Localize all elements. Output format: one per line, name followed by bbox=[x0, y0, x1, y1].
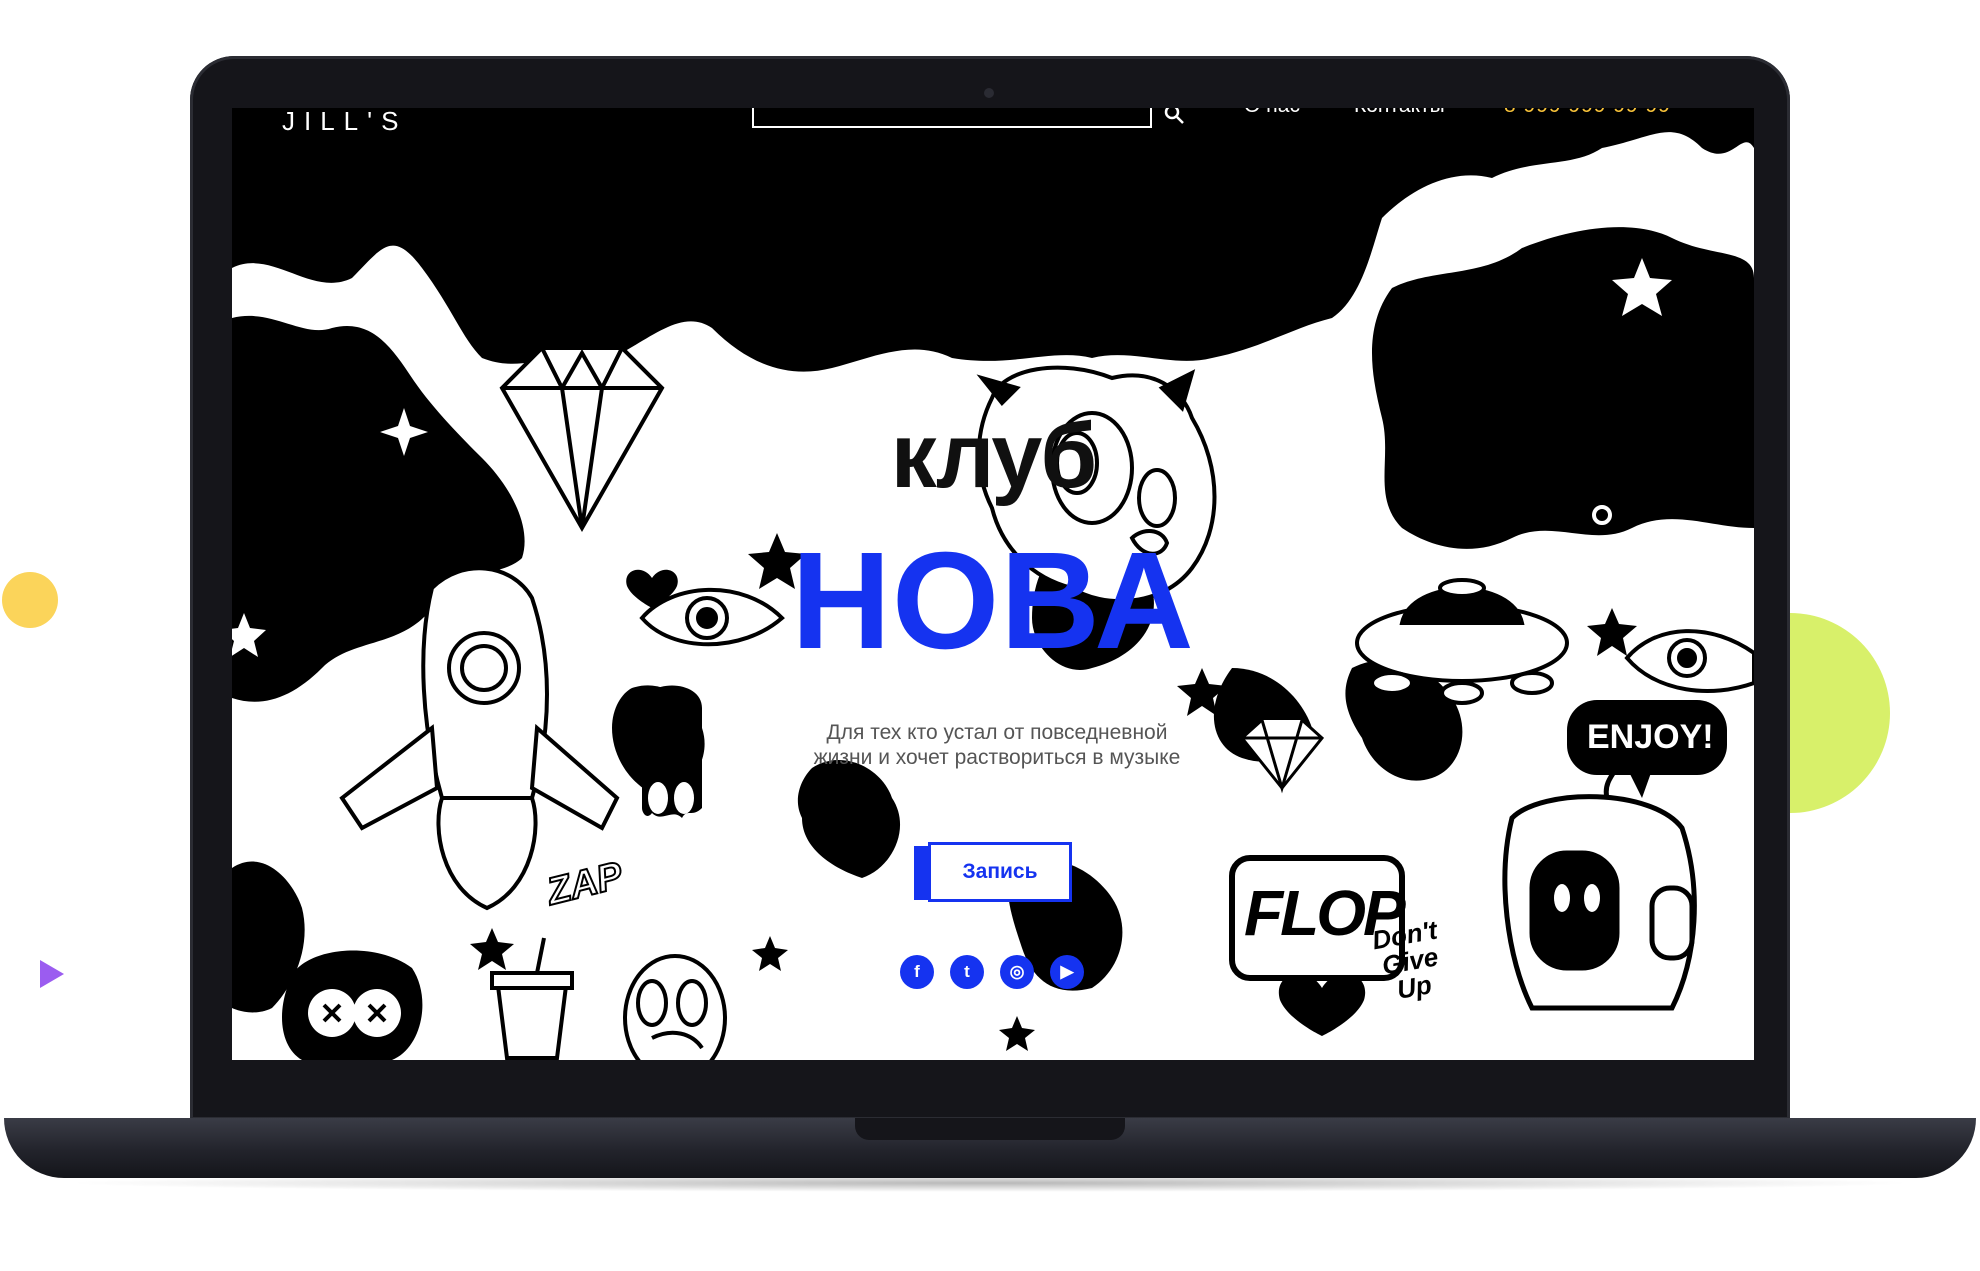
laptop-screen: ENJOY! FLOP ZAP Don't Give Up JILL'S О н… bbox=[232, 108, 1754, 1060]
purple-play-triangle-decoration bbox=[40, 960, 64, 988]
hero-subtitle-line1: Для тех кто устал от повседневной bbox=[826, 721, 1168, 744]
nav-link-about[interactable]: О нас bbox=[1244, 108, 1300, 118]
laptop-camera bbox=[984, 88, 994, 98]
ghost-doodle bbox=[642, 685, 702, 818]
twitter-icon[interactable]: t bbox=[950, 955, 984, 989]
enjoy-sticker-text: ENJOY! bbox=[1587, 718, 1714, 756]
hero-title-big: НОВА bbox=[791, 524, 1195, 678]
owl-doodle bbox=[282, 950, 423, 1060]
nav-phone-number[interactable]: 8 999 999 99 99 bbox=[1504, 108, 1671, 118]
site-logo[interactable]: JILL'S bbox=[282, 108, 407, 137]
hero-subtitle: Для тех кто устал от повседневной жизни … bbox=[757, 720, 1237, 770]
youtube-icon[interactable]: ▶ bbox=[1050, 955, 1084, 989]
dont-give-up-line3: Up bbox=[1394, 969, 1434, 1005]
search-input[interactable] bbox=[752, 108, 1152, 128]
search-icon[interactable] bbox=[1162, 108, 1186, 126]
laptop-notch bbox=[855, 1118, 1125, 1140]
hero-title-small: клуб bbox=[890, 405, 1097, 507]
facebook-icon[interactable]: f bbox=[900, 955, 934, 989]
hero-subtitle-line2: жизни и хочет раствориться в музыке bbox=[813, 746, 1181, 769]
nav-link-contacts[interactable]: Контакты bbox=[1354, 108, 1445, 118]
green-circle-decoration bbox=[1780, 613, 1890, 813]
yellow-dot-decoration bbox=[2, 572, 58, 628]
instagram-icon[interactable]: ◎ bbox=[1000, 955, 1034, 989]
egg-doodle bbox=[623, 954, 727, 1060]
signup-button[interactable]: Запись bbox=[928, 842, 1072, 902]
